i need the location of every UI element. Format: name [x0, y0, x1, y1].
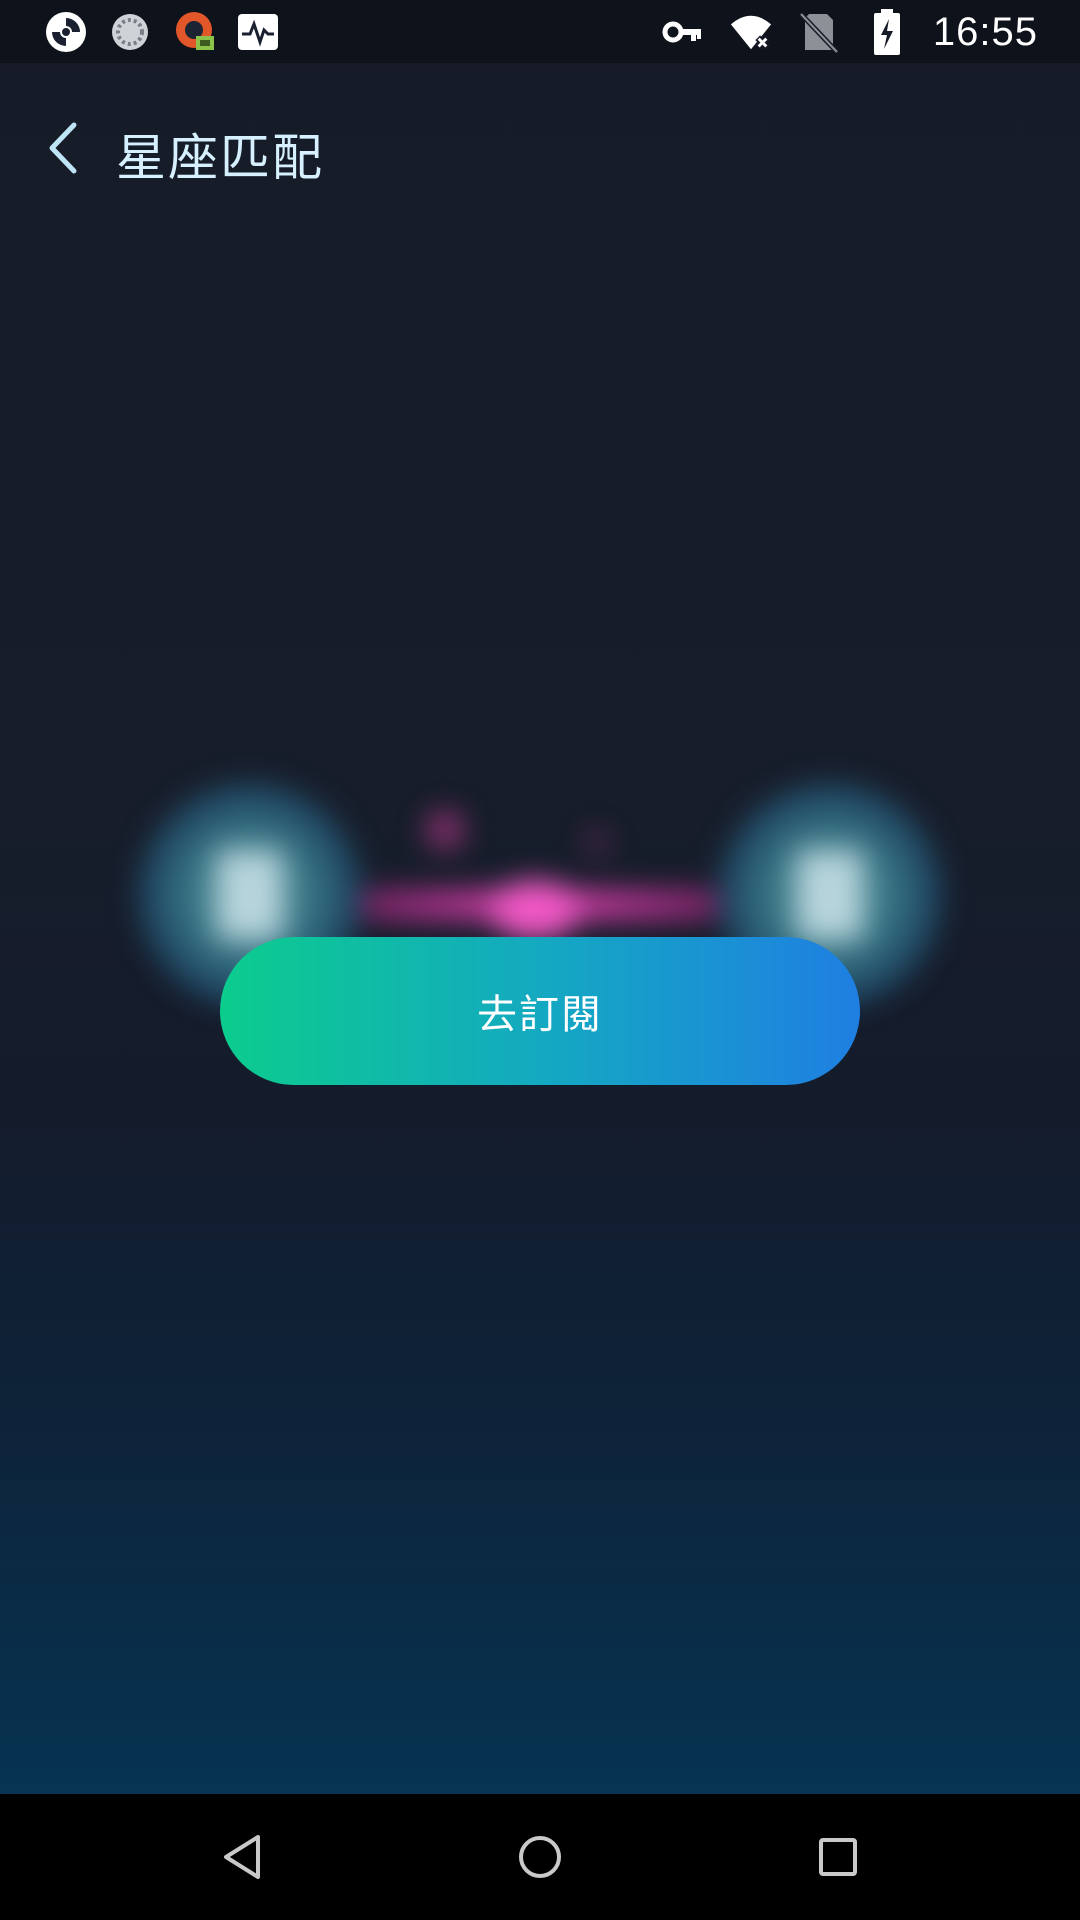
subscribe-button[interactable]: 去訂閱 [220, 937, 860, 1085]
battery-charging-icon [865, 9, 909, 55]
system-nav-bar [0, 1794, 1080, 1920]
app-screen: 16:55 星座匹配 去訂閱 [0, 0, 1080, 1794]
status-bar: 16:55 [0, 0, 1080, 63]
activity-monitor-icon [236, 10, 280, 54]
app-logo-icon [44, 10, 88, 54]
nav-back-button[interactable] [202, 1822, 282, 1892]
no-sim-icon [797, 10, 841, 54]
nav-recents-button[interactable] [798, 1822, 878, 1892]
vpn-key-icon [661, 10, 705, 54]
notification-icons [44, 8, 280, 56]
spark [425, 810, 465, 850]
spark [490, 880, 580, 940]
back-triangle-icon [224, 1835, 260, 1879]
page-title: 星座匹配 [116, 129, 324, 187]
recents-square-icon [819, 1838, 857, 1876]
clock: 16:55 [932, 9, 1038, 54]
home-circle-icon [519, 1836, 561, 1878]
system-status-icons: 16:55 [661, 8, 1038, 56]
sync-circle-icon [108, 10, 152, 54]
wifi-no-internet-icon [729, 10, 773, 54]
nav-home-button[interactable] [500, 1822, 580, 1892]
back-button[interactable] [30, 112, 94, 188]
app-header: 星座匹配 [0, 90, 1080, 210]
spark [585, 830, 609, 854]
vpn-app-icon [172, 10, 216, 54]
chevron-left-icon [44, 121, 80, 179]
